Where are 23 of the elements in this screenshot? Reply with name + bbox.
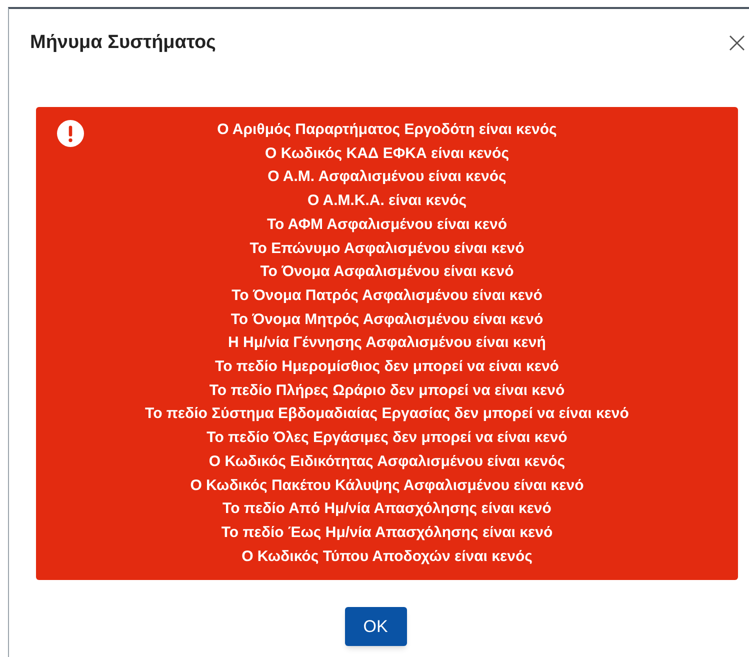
error-message: Το πεδίο Πλήρες Ωράριο δεν μπορεί να είναι κενό	[209, 380, 565, 401]
error-message: Η Ημ/νία Γέννησης Ασφαλισμένου είναι κενή	[228, 333, 546, 354]
error-message: Το ΑΦΜ Ασφαλισμένου είναι κενό	[266, 214, 507, 235]
error-message: Ο Κωδικός ΚΑΔ ΕΦΚΑ είναι κενός	[265, 144, 509, 164]
error-message: Ο Α.Μ. Ασφαλισμένου είναι κενός	[268, 167, 506, 188]
error-message: Ο Κωδικός Πακέτου Κάλυψης Ασφαλισμένου είναι κενό	[190, 476, 584, 496]
error-message: Το πεδίο Σύστημα Εβδομαδιαίας Εργασίας δεν μπορεί να είναι κενό	[145, 404, 629, 424]
error-message: Το Όνομα Ασφαλισμένου είναι κενό	[260, 262, 514, 282]
error-message: Ο Κωδικός Τύπου Αποδοχών είναι κενός	[242, 546, 532, 567]
exclamation-icon	[57, 120, 84, 147]
dialog-title: Μήνυμα Συστήματος	[30, 30, 216, 55]
ok-button[interactable]: OK	[344, 607, 406, 646]
error-message: Ο Αριθμός Παραρτήματος Εργοδότη είναι κενός	[217, 120, 557, 140]
error-message: Το Όνομα Πατρός Ασφαλισμένου είναι κενό	[232, 286, 542, 306]
error-message: Το πεδίο Ημερομίσθιος δεν μπορεί να είναι κενό	[215, 357, 559, 378]
error-message: Ο Κωδικός Ειδικότητας Ασφαλισμένου είναι κενός	[208, 452, 566, 472]
error-message: Το πεδίο Έως Ημ/νία Απασχόλησης είναι κενό	[221, 522, 553, 543]
error-message: Το Επώνυμο Ασφαλισμένου είναι κενό	[250, 238, 524, 259]
close-icon[interactable]	[729, 35, 745, 51]
error-message: Το πεδίο Όλες Εργάσιμες δεν μπορεί να είναι κενό	[206, 428, 568, 448]
error-message: Το πεδίο Από Ημ/νία Απασχόλησης είναι κενό	[222, 499, 552, 520]
error-message: Το Όνομα Μητρός Ασφαλισμένου είναι κενό	[230, 310, 544, 330]
error-message: Ο Α.Μ.Κ.Α. είναι κενός	[307, 191, 467, 212]
